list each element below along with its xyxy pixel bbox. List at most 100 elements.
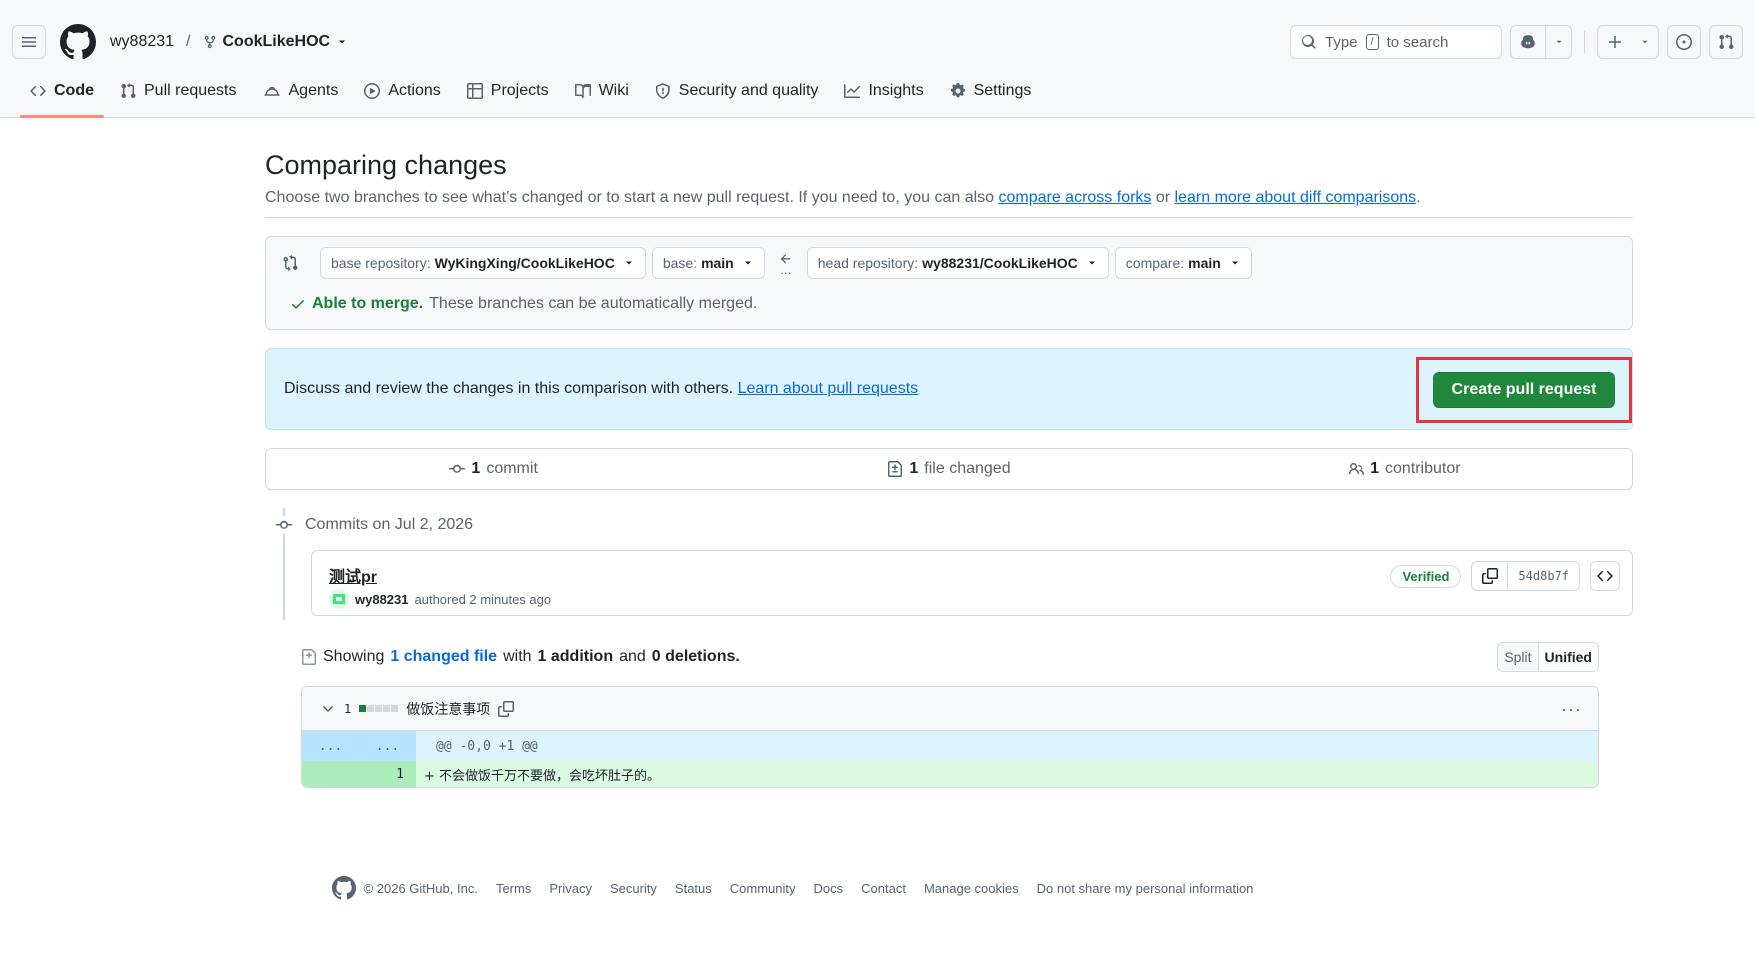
- verified-badge[interactable]: Verified: [1390, 564, 1462, 588]
- learn-pull-requests-link[interactable]: Learn about pull requests: [738, 380, 919, 398]
- contributors-label: contributor: [1384, 460, 1461, 477]
- tab-settings[interactable]: Settings: [940, 72, 1042, 110]
- commit-title-link[interactable]: 测试pr: [329, 563, 377, 587]
- fork-icon: [204, 35, 215, 49]
- commit-author-link[interactable]: wy88231: [355, 592, 409, 607]
- split-view-button[interactable]: Split: [1498, 643, 1538, 671]
- repo-link[interactable]: CookLikeHOC: [203, 33, 349, 51]
- code-icon: [1597, 570, 1613, 582]
- tab-actions[interactable]: Actions: [354, 72, 450, 110]
- footer-link-terms[interactable]: Terms: [496, 881, 531, 896]
- hunk-expand-left[interactable]: ...: [302, 731, 359, 761]
- owner-link[interactable]: wy88231: [110, 33, 174, 51]
- copilot-button[interactable]: [1510, 25, 1572, 59]
- search-suffix: to search: [1386, 33, 1449, 51]
- changed-files-link[interactable]: 1 changed file: [390, 648, 497, 666]
- shield-icon: [655, 83, 670, 99]
- hunk-expand-right[interactable]: ...: [359, 731, 416, 761]
- tab-projects[interactable]: Projects: [457, 72, 559, 110]
- subtitle-end: .: [1416, 189, 1421, 206]
- copy-sha-button[interactable]: [1472, 562, 1509, 590]
- files-stat[interactable]: 1 file changed: [721, 460, 1176, 478]
- footer-link-community[interactable]: Community: [730, 881, 796, 896]
- page-subtitle: Choose two branches to see what’s change…: [265, 189, 1633, 218]
- git-pull-request-icon: [121, 83, 136, 99]
- showing-text: Showing: [323, 648, 385, 665]
- footer-link-status[interactable]: Status: [675, 881, 712, 896]
- github-logo-icon[interactable]: [331, 876, 356, 900]
- git-compare-icon: [283, 255, 298, 271]
- caret-down-icon: [1088, 261, 1095, 265]
- file-name-link[interactable]: 做饭注意事项: [406, 699, 490, 719]
- tab-label: Insights: [868, 82, 924, 99]
- head-repository-select[interactable]: head repository: wy88231/CookLikeHOC: [806, 247, 1109, 279]
- base-branch-select[interactable]: base: main: [651, 247, 765, 279]
- plus-icon: [1609, 36, 1621, 48]
- copilot-icon: [1521, 35, 1535, 49]
- file-diff: 1 做饭注意事项 ··· ... ... @@ -0,0 +1 @@ 1 + 不…: [301, 686, 1599, 788]
- commit-item: 测试pr wy88231 authored 2 minutes ago Veri…: [311, 550, 1633, 616]
- compare-value: main: [1188, 255, 1221, 271]
- compare-across-forks-link[interactable]: compare across forks: [998, 189, 1151, 206]
- hunk-header-text: @@ -0,0 +1 @@: [436, 738, 538, 754]
- git-pull-request-icon: [1719, 34, 1734, 50]
- tab-code[interactable]: Code: [20, 72, 104, 118]
- repo-name: CookLikeHOC: [222, 33, 331, 50]
- base-repo-label: base repository:: [331, 255, 431, 271]
- play-icon: [364, 83, 381, 99]
- create-new-button[interactable]: [1597, 25, 1659, 59]
- github-logo-icon[interactable]: [60, 24, 96, 60]
- contributors-stat[interactable]: 1 contributor: [1177, 460, 1632, 478]
- compare-branch-select[interactable]: compare: main: [1114, 247, 1252, 279]
- caret-down-icon[interactable]: [336, 36, 348, 48]
- base-label: base:: [662, 255, 698, 271]
- browse-code-button[interactable]: [1590, 561, 1620, 591]
- commit-sha-link[interactable]: 54d8b7f: [1508, 562, 1579, 590]
- footer-link-docs[interactable]: Docs: [814, 881, 844, 896]
- diff-view-toggle: Split Unified: [1497, 642, 1599, 672]
- site-footer: © 2026 GitHub, Inc. Terms Privacy Securi…: [0, 876, 1755, 900]
- tab-security[interactable]: Security and quality: [645, 72, 829, 110]
- base-value: main: [701, 255, 734, 271]
- issues-button[interactable]: [1667, 25, 1701, 59]
- footer-link-security[interactable]: Security: [610, 881, 657, 896]
- menu-button[interactable]: [12, 25, 46, 59]
- footer-link-do-not-share[interactable]: Do not share my personal information: [1037, 881, 1254, 896]
- table-icon: [466, 83, 483, 99]
- tab-label: Settings: [973, 82, 1032, 99]
- pull-requests-button[interactable]: [1709, 25, 1743, 59]
- page-title: Comparing changes: [265, 150, 507, 180]
- commits-stat[interactable]: 1 commit: [266, 460, 721, 478]
- git-commit-icon: [449, 464, 466, 473]
- footer-link-privacy[interactable]: Privacy: [549, 881, 592, 896]
- copy-icon[interactable]: [498, 700, 515, 717]
- search-input[interactable]: Type / to search: [1290, 25, 1502, 59]
- tab-insights[interactable]: Insights: [834, 72, 933, 110]
- issue-opened-icon: [1676, 34, 1692, 50]
- hamburger-icon: [22, 37, 36, 47]
- range-editor: base repository: WyKingXing/CookLikeHOC …: [265, 236, 1633, 330]
- kebab-menu-icon[interactable]: ···: [1561, 699, 1582, 720]
- tab-wiki[interactable]: Wiki: [565, 72, 639, 110]
- base-repository-select[interactable]: base repository: WyKingXing/CookLikeHOC: [320, 247, 646, 279]
- chevron-down-icon[interactable]: [320, 701, 336, 717]
- create-pull-request-button[interactable]: Create pull request: [1432, 372, 1616, 408]
- commits-label: commit: [486, 460, 538, 477]
- tab-label: Wiki: [598, 82, 629, 99]
- learn-diff-comparisons-link[interactable]: learn more about diff comparisons: [1175, 189, 1417, 206]
- tab-agents[interactable]: Agents: [253, 72, 349, 110]
- footer-link-manage-cookies[interactable]: Manage cookies: [924, 881, 1019, 896]
- code-icon: [30, 85, 46, 97]
- unified-view-button[interactable]: Unified: [1537, 643, 1598, 671]
- file-diff-icon: [888, 461, 903, 477]
- avatar[interactable]: [329, 589, 349, 609]
- tab-pull-requests[interactable]: Pull requests: [110, 72, 247, 110]
- footer-link-contact[interactable]: Contact: [861, 881, 906, 896]
- tab-label: Actions: [388, 82, 441, 99]
- context-separator: /: [186, 33, 191, 50]
- file-diff-icon: [302, 649, 316, 665]
- hunk-header-row: ... ... @@ -0,0 +1 @@: [302, 731, 1598, 761]
- search-shortcut-key: /: [1365, 34, 1379, 50]
- caret-down-icon: [1231, 261, 1238, 265]
- new-line-number[interactable]: 1: [359, 761, 416, 787]
